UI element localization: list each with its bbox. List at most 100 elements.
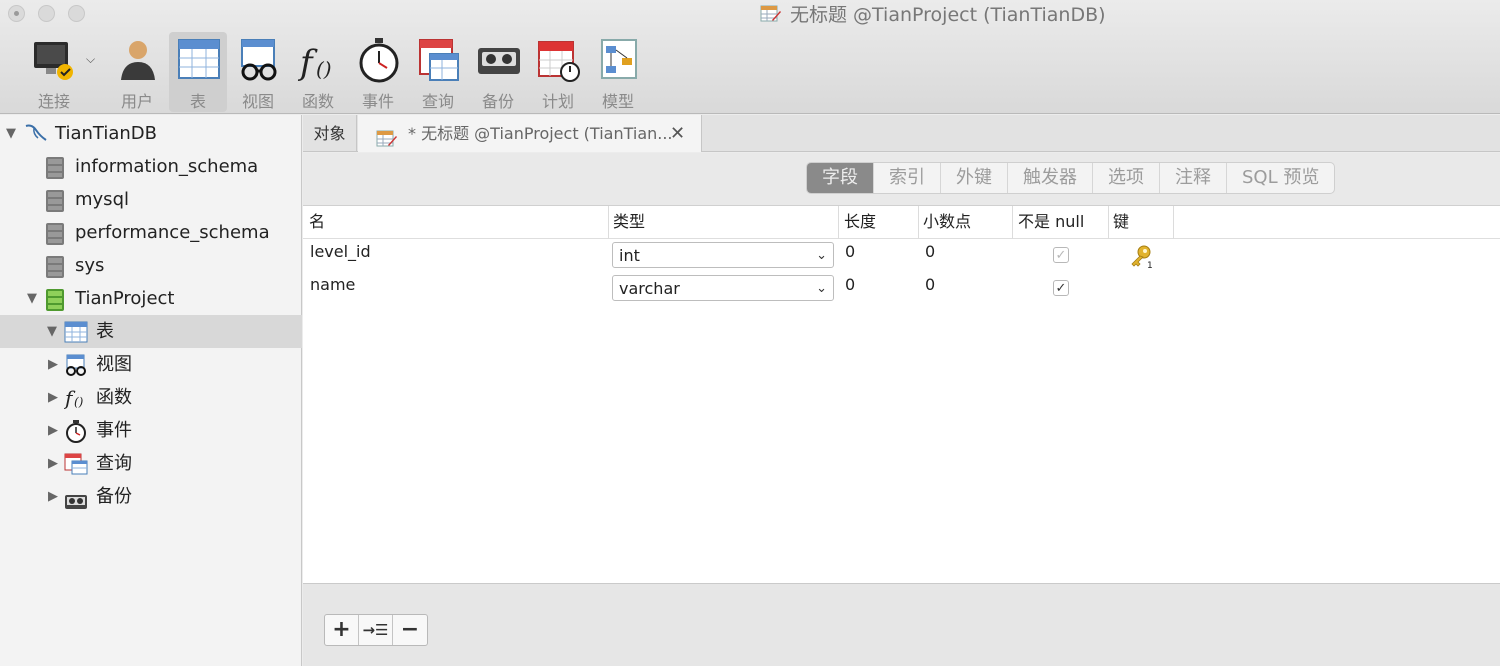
column-separator <box>1012 206 1013 239</box>
tree-item-backups[interactable]: ▶ 备份 <box>0 480 302 513</box>
connection-dropdown-chevron-icon[interactable]: ⌵ <box>86 52 95 67</box>
segment-bar: 字段 索引 外键 触发器 选项 注释 SQL 预览 <box>303 153 1500 205</box>
segment-sql-preview[interactable]: SQL 预览 <box>1227 163 1334 193</box>
fields-grid: 名 类型 长度 小数点 不是 null 键 level_id int ⌄ 0 0… <box>303 205 1500 583</box>
tree-database-sys[interactable]: sys <box>0 249 302 282</box>
insert-field-button[interactable]: →☰ <box>359 615 393 645</box>
toolbar-backup-button[interactable]: 备份 <box>469 32 527 112</box>
column-separator <box>1173 206 1174 239</box>
tree-database-tianproject[interactable]: ▼ TianProject <box>0 282 302 315</box>
column-header-type[interactable]: 类型 <box>613 206 645 239</box>
field-length-cell[interactable]: 0 <box>845 275 855 294</box>
chevron-down-icon: ⌄ <box>816 281 827 296</box>
collapse-triangle-icon[interactable]: ▶ <box>48 414 58 447</box>
toolbar-user-button[interactable]: 用户 <box>108 32 166 112</box>
tree-connection-tiantiandb[interactable]: ▼ TianTianDB <box>0 117 302 150</box>
event-icon <box>356 36 402 84</box>
column-header-not-null[interactable]: 不是 null <box>1018 206 1084 239</box>
remove-field-button[interactable]: − <box>393 615 427 645</box>
toolbar-view-button[interactable]: 视图 <box>229 32 287 112</box>
main-panel: 对象 * 无标题 @TianProject (TianTian... ✕ 字段 … <box>303 115 1500 666</box>
expand-triangle-icon[interactable]: ▼ <box>47 315 57 348</box>
close-window-button[interactable] <box>8 5 25 22</box>
tree-database-performance-schema[interactable]: performance_schema <box>0 216 302 249</box>
tree-item-events[interactable]: ▶ 事件 <box>0 414 302 447</box>
expand-triangle-icon[interactable]: ▼ <box>6 117 16 150</box>
field-type-select[interactable]: varchar ⌄ <box>612 275 834 301</box>
tab-design-label: * 无标题 @TianProject (TianTian... <box>408 124 673 143</box>
table-icon <box>176 36 222 84</box>
expand-triangle-icon[interactable]: ▼ <box>27 282 37 315</box>
field-type-value: varchar <box>619 279 680 298</box>
field-length-cell[interactable]: 0 <box>845 242 855 261</box>
column-header-length[interactable]: 长度 <box>844 206 876 239</box>
svg-text:f: f <box>297 43 318 83</box>
segment-foreign-keys[interactable]: 外键 <box>941 163 1008 193</box>
segment-triggers[interactable]: 触发器 <box>1008 163 1093 193</box>
field-type-select[interactable]: int ⌄ <box>612 242 834 268</box>
tree-item-views[interactable]: ▶ 视图 <box>0 348 302 381</box>
backup-icon <box>476 36 522 84</box>
toolbar-connection-button[interactable]: 连接 <box>25 32 83 112</box>
close-tab-icon[interactable]: ✕ <box>670 115 685 152</box>
add-field-button[interactable]: + <box>325 615 359 645</box>
tree-database-mysql[interactable]: mysql <box>0 183 302 216</box>
user-icon <box>115 36 161 84</box>
backup-icon <box>64 488 88 521</box>
collapse-triangle-icon[interactable]: ▶ <box>48 480 58 513</box>
collapse-triangle-icon[interactable]: ▶ <box>48 447 58 480</box>
minimize-window-button[interactable] <box>38 5 55 22</box>
chevron-down-icon: ⌄ <box>816 248 827 263</box>
toolbar-table-button[interactable]: 表 <box>169 32 227 112</box>
toolbar-event-button[interactable]: 事件 <box>349 32 407 112</box>
svg-text:1: 1 <box>1147 261 1153 268</box>
primary-key-icon[interactable]: 1 <box>1129 244 1153 272</box>
tab-table-design[interactable]: * 无标题 @TianProject (TianTian... ✕ <box>358 115 702 152</box>
field-decimals-cell[interactable]: 0 <box>925 275 935 294</box>
toolbar-schedule-button[interactable]: 计划 <box>529 32 587 112</box>
tab-objects[interactable]: 对象 <box>303 115 357 152</box>
view-icon <box>236 36 282 84</box>
tree-database-information-schema[interactable]: information_schema <box>0 150 302 183</box>
svg-text:(): () <box>316 57 332 81</box>
window-toolbar: 无标题 @TianProject (TianTianDB) 连接 ⌵ 用户 表 … <box>0 0 1500 114</box>
segment-comments[interactable]: 注释 <box>1160 163 1227 193</box>
toolbar-model-button[interactable]: 模型 <box>589 32 647 112</box>
collapse-triangle-icon[interactable]: ▶ <box>48 381 58 414</box>
model-icon <box>596 36 642 84</box>
bottom-bar: + →☰ − <box>303 583 1500 666</box>
column-separator <box>608 206 609 239</box>
table-design-doc-icon <box>760 4 782 31</box>
grid-header-row <box>303 206 1500 239</box>
column-separator <box>1108 206 1109 239</box>
field-name-cell[interactable]: name <box>310 275 355 294</box>
column-header-name[interactable]: 名 <box>309 206 325 239</box>
field-actions-group: + →☰ − <box>324 614 428 646</box>
window-title: 无标题 @TianProject (TianTianDB) <box>760 2 1106 28</box>
svg-text:(): () <box>74 395 84 409</box>
window-title-text: 无标题 @TianProject (TianTianDB) <box>790 4 1106 26</box>
column-separator <box>838 206 839 239</box>
function-icon: f() <box>296 36 342 84</box>
tree-item-tables[interactable]: ▼ 表 <box>0 315 302 348</box>
column-header-key[interactable]: 键 <box>1113 206 1129 239</box>
tree-item-functions[interactable]: ▶ f() 函数 <box>0 381 302 414</box>
toolbar-function-button[interactable]: f() 函数 <box>289 32 347 112</box>
tree-item-queries[interactable]: ▶ 查询 <box>0 447 302 480</box>
field-decimals-cell[interactable]: 0 <box>925 242 935 261</box>
segment-options[interactable]: 选项 <box>1093 163 1160 193</box>
tab-bar: 对象 * 无标题 @TianProject (TianTian... ✕ <box>303 115 1500 152</box>
not-null-checkbox[interactable]: ✓ <box>1053 247 1069 263</box>
navigation-sidebar: ▼ TianTianDB information_schema mysql pe… <box>0 115 302 666</box>
zoom-window-button[interactable] <box>68 5 85 22</box>
not-null-checkbox[interactable]: ✓ <box>1053 280 1069 296</box>
segment-indexes[interactable]: 索引 <box>874 163 941 193</box>
field-type-value: int <box>619 246 640 265</box>
column-header-decimals[interactable]: 小数点 <box>923 206 971 239</box>
field-name-cell[interactable]: level_id <box>310 242 371 261</box>
toolbar-query-button[interactable]: 查询 <box>409 32 467 112</box>
collapse-triangle-icon[interactable]: ▶ <box>48 348 58 381</box>
segment-fields[interactable]: 字段 <box>807 163 874 193</box>
query-icon <box>416 36 462 84</box>
design-segmented-control: 字段 索引 外键 触发器 选项 注释 SQL 预览 <box>806 162 1336 194</box>
